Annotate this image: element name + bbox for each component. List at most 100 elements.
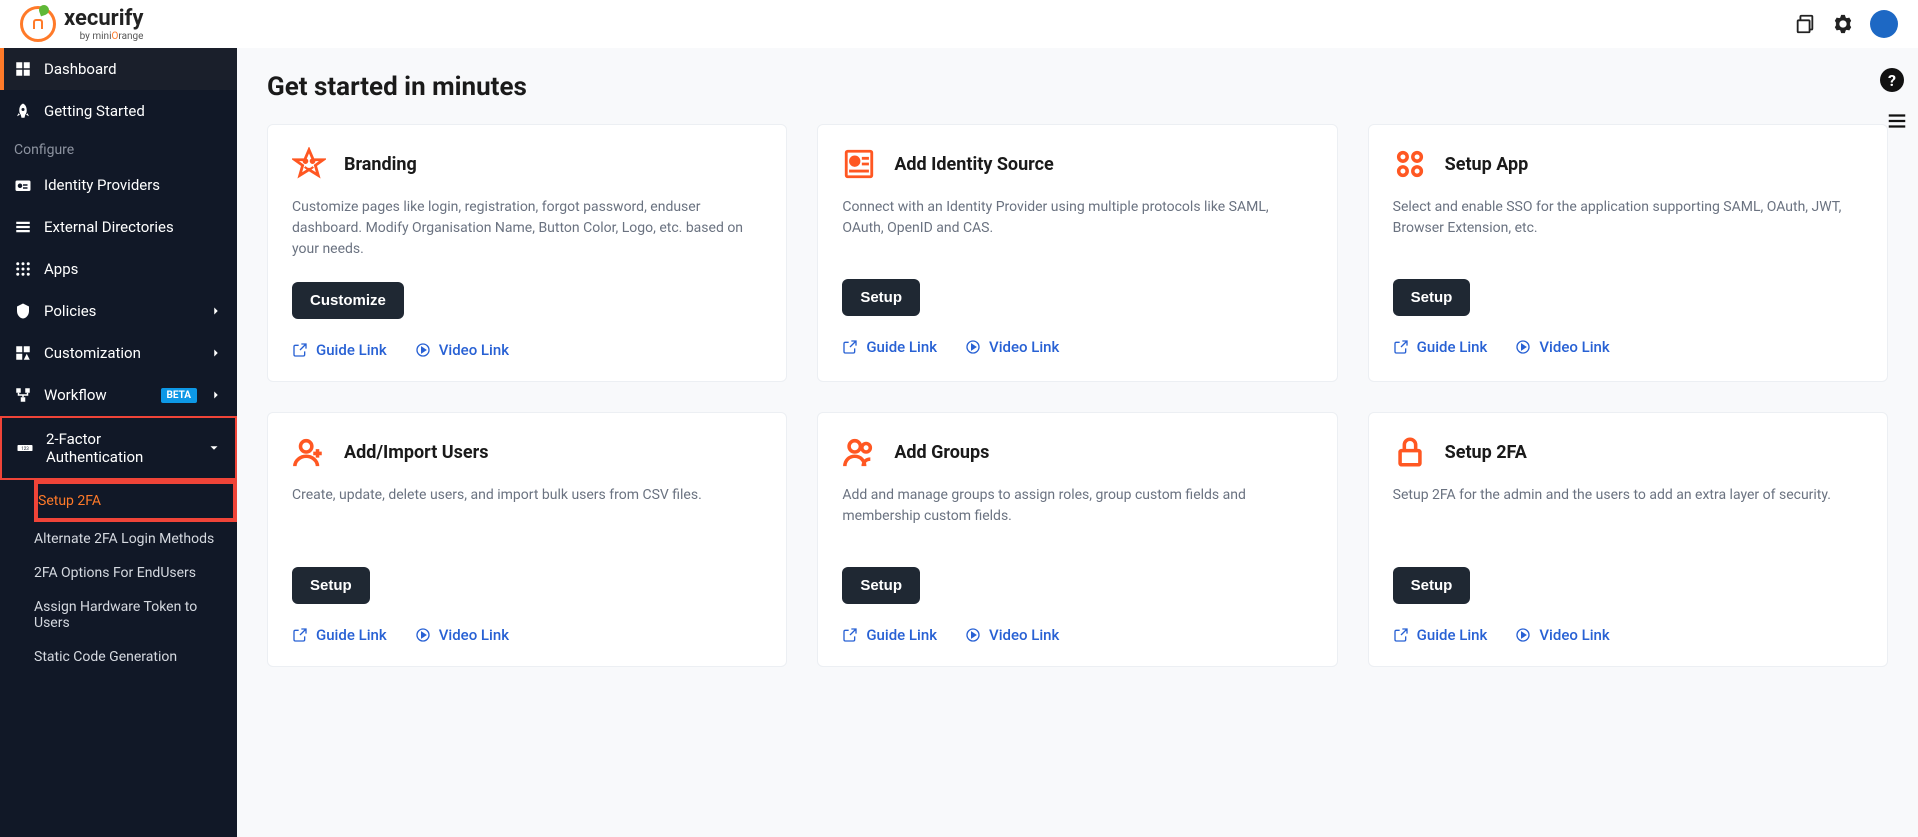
sidebar-item-customization[interactable]: Customization bbox=[0, 332, 237, 374]
dashboard-icon bbox=[14, 60, 32, 78]
sidebar-label: 2-Factor Authentication bbox=[46, 430, 195, 466]
rocket-icon bbox=[14, 102, 32, 120]
customize-button[interactable]: Customize bbox=[292, 282, 404, 319]
docs-icon[interactable] bbox=[1794, 13, 1816, 35]
hamburger-button[interactable] bbox=[1886, 110, 1908, 132]
sidebar-sub-setup-2fa[interactable]: Setup 2FA bbox=[36, 482, 235, 520]
sidebar-submenu-2fa: Setup 2FA Alternate 2FA Login Methods 2F… bbox=[0, 480, 237, 674]
users-group-icon bbox=[842, 435, 876, 469]
sidebar-sub-label: Setup 2FA bbox=[38, 493, 219, 509]
sidebar-label: Getting Started bbox=[44, 102, 223, 120]
sidebar-sub-alternate-2fa[interactable]: Alternate 2FA Login Methods bbox=[34, 522, 237, 556]
card-title: Branding bbox=[344, 154, 417, 175]
card-title: Setup App bbox=[1445, 154, 1529, 175]
sidebar-item-apps[interactable]: Apps bbox=[0, 248, 237, 290]
sidebar-label: Apps bbox=[44, 260, 223, 278]
card-desc: Setup 2FA for the admin and the users to… bbox=[1393, 485, 1863, 545]
card-desc: Customize pages like login, registration… bbox=[292, 197, 762, 260]
main-content: Get started in minutes Branding Customiz… bbox=[237, 48, 1918, 837]
brand-name: xecurify bbox=[64, 6, 143, 31]
chevron-right-icon bbox=[209, 388, 223, 402]
card-title: Setup 2FA bbox=[1445, 442, 1527, 463]
guide-link[interactable]: Guide Link bbox=[1393, 338, 1488, 356]
lock-icon bbox=[1393, 435, 1427, 469]
brand-tagline: by miniOrange bbox=[64, 31, 143, 42]
sidebar-label: Identity Providers bbox=[44, 176, 223, 194]
list-icon bbox=[14, 218, 32, 236]
sidebar-label: External Directories bbox=[44, 218, 223, 236]
card-branding: Branding Customize pages like login, reg… bbox=[267, 124, 787, 382]
guide-link[interactable]: Guide Link bbox=[842, 338, 937, 356]
star-icon bbox=[292, 147, 326, 181]
sidebar-section-label: Configure bbox=[0, 132, 237, 164]
sidebar-item-dashboard[interactable]: Dashboard bbox=[0, 48, 237, 90]
sidebar-label: Policies bbox=[44, 302, 197, 320]
sidebar-sub-label: Static Code Generation bbox=[34, 649, 223, 665]
sidebar-label: Dashboard bbox=[44, 60, 223, 78]
chevron-right-icon bbox=[209, 346, 223, 360]
card-desc: Connect with an Identity Provider using … bbox=[842, 197, 1312, 257]
sidebar-item-identity-providers[interactable]: Identity Providers bbox=[0, 164, 237, 206]
logo-text: xecurify by miniOrange bbox=[64, 6, 143, 42]
guide-link[interactable]: Guide Link bbox=[842, 626, 937, 644]
workflow-icon bbox=[14, 386, 32, 404]
card-add-groups: Add Groups Add and manage groups to assi… bbox=[817, 412, 1337, 667]
apps-grid-icon bbox=[14, 260, 32, 278]
page-title: Get started in minutes bbox=[267, 72, 1888, 102]
video-link[interactable]: Video Link bbox=[415, 626, 509, 644]
sidebar-sub-label: Alternate 2FA Login Methods bbox=[34, 531, 223, 547]
sidebar-sub-2fa-options[interactable]: 2FA Options For EndUsers bbox=[34, 556, 237, 590]
setup-button[interactable]: Setup bbox=[1393, 567, 1471, 604]
sidebar-label: Workflow bbox=[44, 386, 149, 404]
sidebar-label: Customization bbox=[44, 344, 197, 362]
guide-link[interactable]: Guide Link bbox=[292, 341, 387, 359]
guide-link[interactable]: Guide Link bbox=[1393, 626, 1488, 644]
sidebar-item-workflow[interactable]: Workflow BETA bbox=[0, 374, 237, 416]
id-card-icon bbox=[14, 176, 32, 194]
setup-button[interactable]: Setup bbox=[1393, 279, 1471, 316]
card-setup-2fa: Setup 2FA Setup 2FA for the admin and th… bbox=[1368, 412, 1888, 667]
setup-button[interactable]: Setup bbox=[292, 567, 370, 604]
chevron-right-icon bbox=[209, 304, 223, 318]
logo[interactable]: xecurify by miniOrange bbox=[20, 6, 143, 42]
sidebar-item-getting-started[interactable]: Getting Started bbox=[0, 90, 237, 132]
card-title: Add Groups bbox=[894, 442, 989, 463]
user-plus-icon bbox=[292, 435, 326, 469]
otp-icon: 123 bbox=[16, 439, 34, 457]
sidebar-item-policies[interactable]: Policies bbox=[0, 290, 237, 332]
card-desc: Create, update, delete users, and import… bbox=[292, 485, 762, 545]
card-desc: Add and manage groups to assign roles, g… bbox=[842, 485, 1312, 545]
setup-button[interactable]: Setup bbox=[842, 279, 920, 316]
video-link[interactable]: Video Link bbox=[965, 338, 1059, 356]
avatar[interactable] bbox=[1870, 10, 1898, 38]
video-link[interactable]: Video Link bbox=[1515, 338, 1609, 356]
video-link[interactable]: Video Link bbox=[1515, 626, 1609, 644]
sidebar-sub-hardware-token[interactable]: Assign Hardware Token to Users bbox=[34, 590, 237, 640]
video-link[interactable]: Video Link bbox=[965, 626, 1059, 644]
shield-icon bbox=[14, 302, 32, 320]
sidebar-sub-label: 2FA Options For EndUsers bbox=[34, 565, 223, 581]
svg-text:123: 123 bbox=[21, 446, 29, 452]
app-grid-icon bbox=[1393, 147, 1427, 181]
id-source-icon bbox=[842, 147, 876, 181]
sidebar-sub-static-code[interactable]: Static Code Generation bbox=[34, 640, 237, 674]
cards-grid: Branding Customize pages like login, reg… bbox=[267, 124, 1888, 667]
card-title: Add Identity Source bbox=[894, 154, 1053, 175]
sidebar-sub-label: Assign Hardware Token to Users bbox=[34, 599, 223, 631]
video-link[interactable]: Video Link bbox=[415, 341, 509, 359]
sidebar-item-external-directories[interactable]: External Directories bbox=[0, 206, 237, 248]
help-button[interactable]: ? bbox=[1880, 68, 1904, 92]
gear-icon[interactable] bbox=[1832, 13, 1854, 35]
setup-button[interactable]: Setup bbox=[842, 567, 920, 604]
chevron-down-icon bbox=[207, 441, 221, 455]
sidebar: Dashboard Getting Started Configure Iden… bbox=[0, 48, 237, 837]
guide-link[interactable]: Guide Link bbox=[292, 626, 387, 644]
card-setup-app: Setup App Select and enable SSO for the … bbox=[1368, 124, 1888, 382]
beta-badge: BETA bbox=[161, 388, 198, 403]
sidebar-item-2fa[interactable]: 123 2-Factor Authentication bbox=[0, 416, 237, 480]
card-desc: Select and enable SSO for the applicatio… bbox=[1393, 197, 1863, 257]
logo-mark-icon bbox=[20, 6, 56, 42]
topbar: xecurify by miniOrange bbox=[0, 0, 1918, 48]
card-title: Add/Import Users bbox=[344, 442, 488, 463]
card-identity-source: Add Identity Source Connect with an Iden… bbox=[817, 124, 1337, 382]
